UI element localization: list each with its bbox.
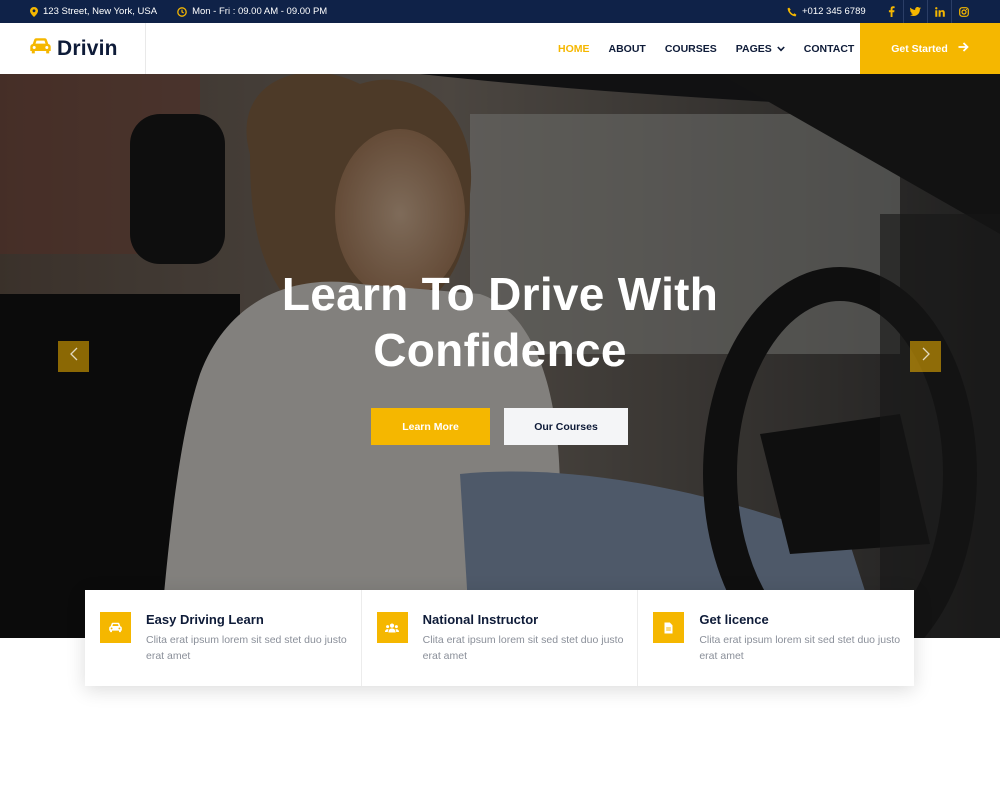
hours-text: Mon - Fri : 09.00 AM - 09.00 PM — [192, 6, 328, 17]
hero-carousel: Learn To Drive With Confidence Learn Mor… — [0, 74, 1000, 638]
feature-card: Easy Driving Learn Clita erat ipsum lore… — [85, 590, 361, 686]
our-courses-button[interactable]: Our Courses — [504, 408, 628, 445]
chevron-left-icon — [69, 347, 78, 366]
facebook-icon[interactable] — [879, 0, 903, 23]
feature-description: Clita erat ipsum lorem sit sed stet duo … — [699, 634, 901, 662]
nav-courses[interactable]: COURSES — [665, 43, 717, 55]
clock-icon — [177, 6, 187, 17]
address-info: 123 Street, New York, USA — [30, 6, 157, 17]
hero-title-line-1: Learn To Drive With — [281, 268, 719, 320]
car-icon — [30, 38, 51, 59]
phone-info[interactable]: +012 345 6789 — [787, 0, 866, 23]
feature-card: Get licence Clita erat ipsum lorem sit s… — [637, 590, 914, 686]
carousel-prev-button[interactable] — [58, 341, 89, 372]
feature-description: Clita erat ipsum lorem sit sed stet duo … — [146, 634, 347, 662]
arrow-right-icon — [958, 42, 969, 55]
feature-card: National Instructor Clita erat ipsum lor… — [360, 590, 638, 686]
get-started-button[interactable]: Get Started — [860, 23, 1000, 74]
feature-cards: Easy Driving Learn Clita erat ipsum lore… — [85, 590, 914, 686]
phone-icon — [787, 7, 797, 17]
hero-title-line-2: Confidence — [373, 324, 627, 376]
brand-logo[interactable]: Drivin — [0, 23, 146, 74]
social-links — [879, 0, 975, 23]
feature-title: Easy Driving Learn — [146, 612, 264, 627]
phone-text: +012 345 6789 — [802, 6, 866, 17]
brand-name: Drivin — [57, 36, 118, 60]
hours-info: Mon - Fri : 09.00 AM - 09.00 PM — [177, 6, 327, 17]
map-marker-icon — [30, 6, 38, 17]
learn-more-button[interactable]: Learn More — [371, 408, 490, 445]
car-icon — [100, 612, 131, 643]
nav-pages-label: PAGES — [735, 42, 772, 55]
feature-title: National Instructor — [422, 612, 539, 627]
feature-title: Get licence — [699, 612, 769, 627]
carousel-next-button[interactable] — [910, 341, 941, 372]
address-text: 123 Street, New York, USA — [43, 6, 158, 17]
chevron-down-icon — [776, 43, 785, 55]
linkedin-icon[interactable] — [927, 0, 951, 23]
instagram-icon[interactable] — [951, 0, 975, 23]
nav-pages[interactable]: PAGES — [736, 43, 785, 55]
nav-contact[interactable]: CONTACT — [804, 43, 855, 55]
feature-description: Clita erat ipsum lorem sit sed stet duo … — [422, 634, 624, 662]
top-bar: 123 Street, New York, USA Mon - Fri : 09… — [0, 0, 1000, 23]
file-icon — [653, 612, 685, 643]
chevron-right-icon — [922, 347, 930, 366]
get-started-label: Get Started — [891, 42, 948, 55]
hero-title: Learn To Drive With Confidence — [150, 266, 850, 378]
nav-home[interactable]: HOME — [558, 43, 590, 55]
main-navbar: Drivin HOME ABOUT COURSES PAGES CONTACT … — [0, 23, 1000, 74]
users-icon — [376, 612, 408, 643]
twitter-icon[interactable] — [903, 0, 927, 23]
nav-about[interactable]: ABOUT — [609, 43, 646, 55]
nav-menu: HOME ABOUT COURSES PAGES CONTACT — [558, 23, 873, 74]
